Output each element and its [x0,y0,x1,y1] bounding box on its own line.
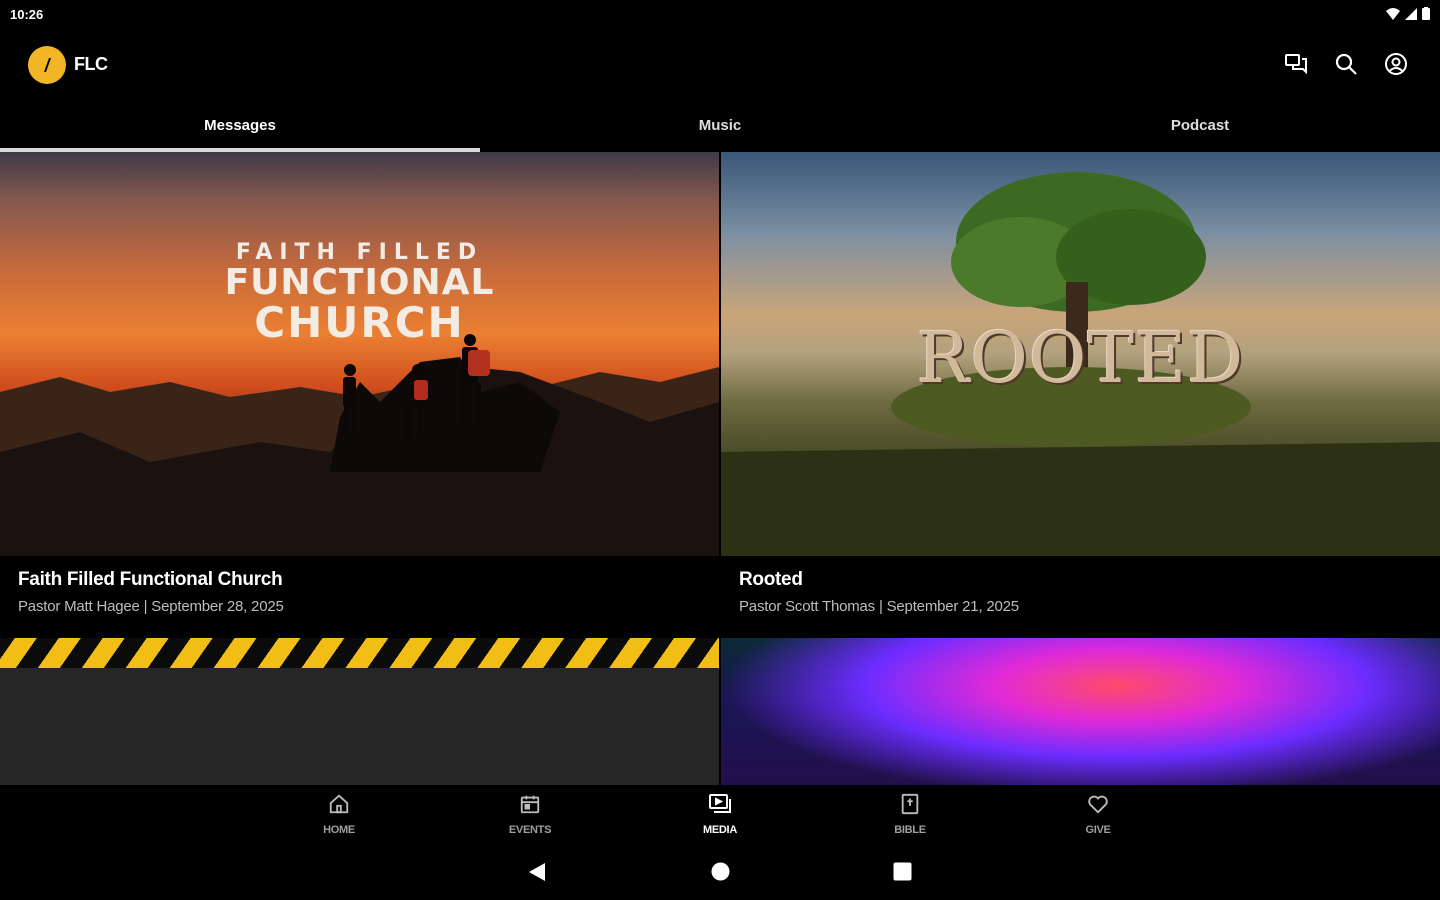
status-time: 10:26 [10,7,44,22]
nav-label: MEDIA [703,824,737,836]
message-meta: Faith Filled Functional Church Pastor Ma… [18,569,284,615]
message-title: Rooted [739,569,803,590]
search-icon [1335,53,1357,75]
message-card[interactable]: FAITH FILLED FUNCTIONAL CHURCH Faith Fil… [0,152,719,638]
recents-square-icon[interactable] [893,862,912,881]
profile-button[interactable] [1382,50,1410,78]
system-nav-bar [0,845,1440,900]
nav-bible[interactable]: BIBLE [865,793,955,836]
nav-label: HOME [323,824,355,836]
hazard-stripe [0,638,719,668]
artwork-title: ROOTED [916,317,1245,399]
search-button[interactable] [1332,50,1360,78]
artwork-line-3: CHURCH [254,298,465,347]
home-icon [329,794,349,814]
heart-icon [1088,795,1108,814]
message-title: Faith Filled Functional Church [18,569,283,590]
nav-home[interactable]: HOME [294,793,384,836]
mountain-silhouette [0,334,719,556]
message-card[interactable] [721,638,1440,785]
back-icon[interactable] [528,862,546,882]
flc-logo[interactable] [28,46,66,84]
wifi-icon [1386,7,1400,20]
message-thumbnail: ROOTED [721,152,1440,556]
chat-icon [1285,54,1307,75]
signal-icon [1405,7,1417,20]
header-actions [1282,50,1410,78]
account-circle-icon [1385,53,1407,75]
battery-icon [1422,7,1430,20]
nav-give[interactable]: GIVE [1053,793,1143,836]
media-icon [709,794,731,813]
message-card[interactable] [0,638,719,785]
nav-media[interactable]: MEDIA [675,793,765,836]
media-tabs: Messages Music Podcast [0,104,1440,152]
nav-label: GIVE [1085,824,1111,836]
message-thumbnail [721,638,1440,785]
message-subtitle: Pastor Scott Thomas | September 21, 2025 [739,598,1019,615]
message-meta: Rooted Pastor Scott Thomas | September 2… [739,569,1019,615]
artwork-line-2: FUNCTIONAL [224,262,495,303]
nav-label: EVENTS [508,824,552,836]
nav-label: BIBLE [894,824,926,836]
bible-icon [901,793,919,815]
status-bar: 10:26 [0,0,1440,30]
app-name: FLC [74,54,108,74]
bottom-nav: HOME EVENTS MEDIA BIBLE GIVE [0,785,1440,845]
message-thumbnail [0,638,719,785]
home-circle-icon[interactable] [711,862,730,881]
tab-messages[interactable]: Messages [0,104,480,152]
nav-events[interactable]: EVENTS [485,793,575,836]
chat-button[interactable] [1282,50,1310,78]
flame-icon [44,58,51,72]
calendar-icon [520,795,540,814]
message-subtitle: Pastor Matt Hagee | September 28, 2025 [18,598,284,615]
tab-podcast[interactable]: Podcast [960,104,1440,152]
status-icons [1386,7,1430,20]
tab-music[interactable]: Music [480,104,960,152]
messages-grid: FAITH FILLED FUNCTIONAL CHURCH Faith Fil… [0,152,1440,785]
message-card[interactable]: ROOTED Rooted Pastor Scott Thomas | Sept… [721,152,1440,638]
app-header: FLC [0,30,1440,98]
message-thumbnail: FAITH FILLED FUNCTIONAL CHURCH [0,152,719,556]
